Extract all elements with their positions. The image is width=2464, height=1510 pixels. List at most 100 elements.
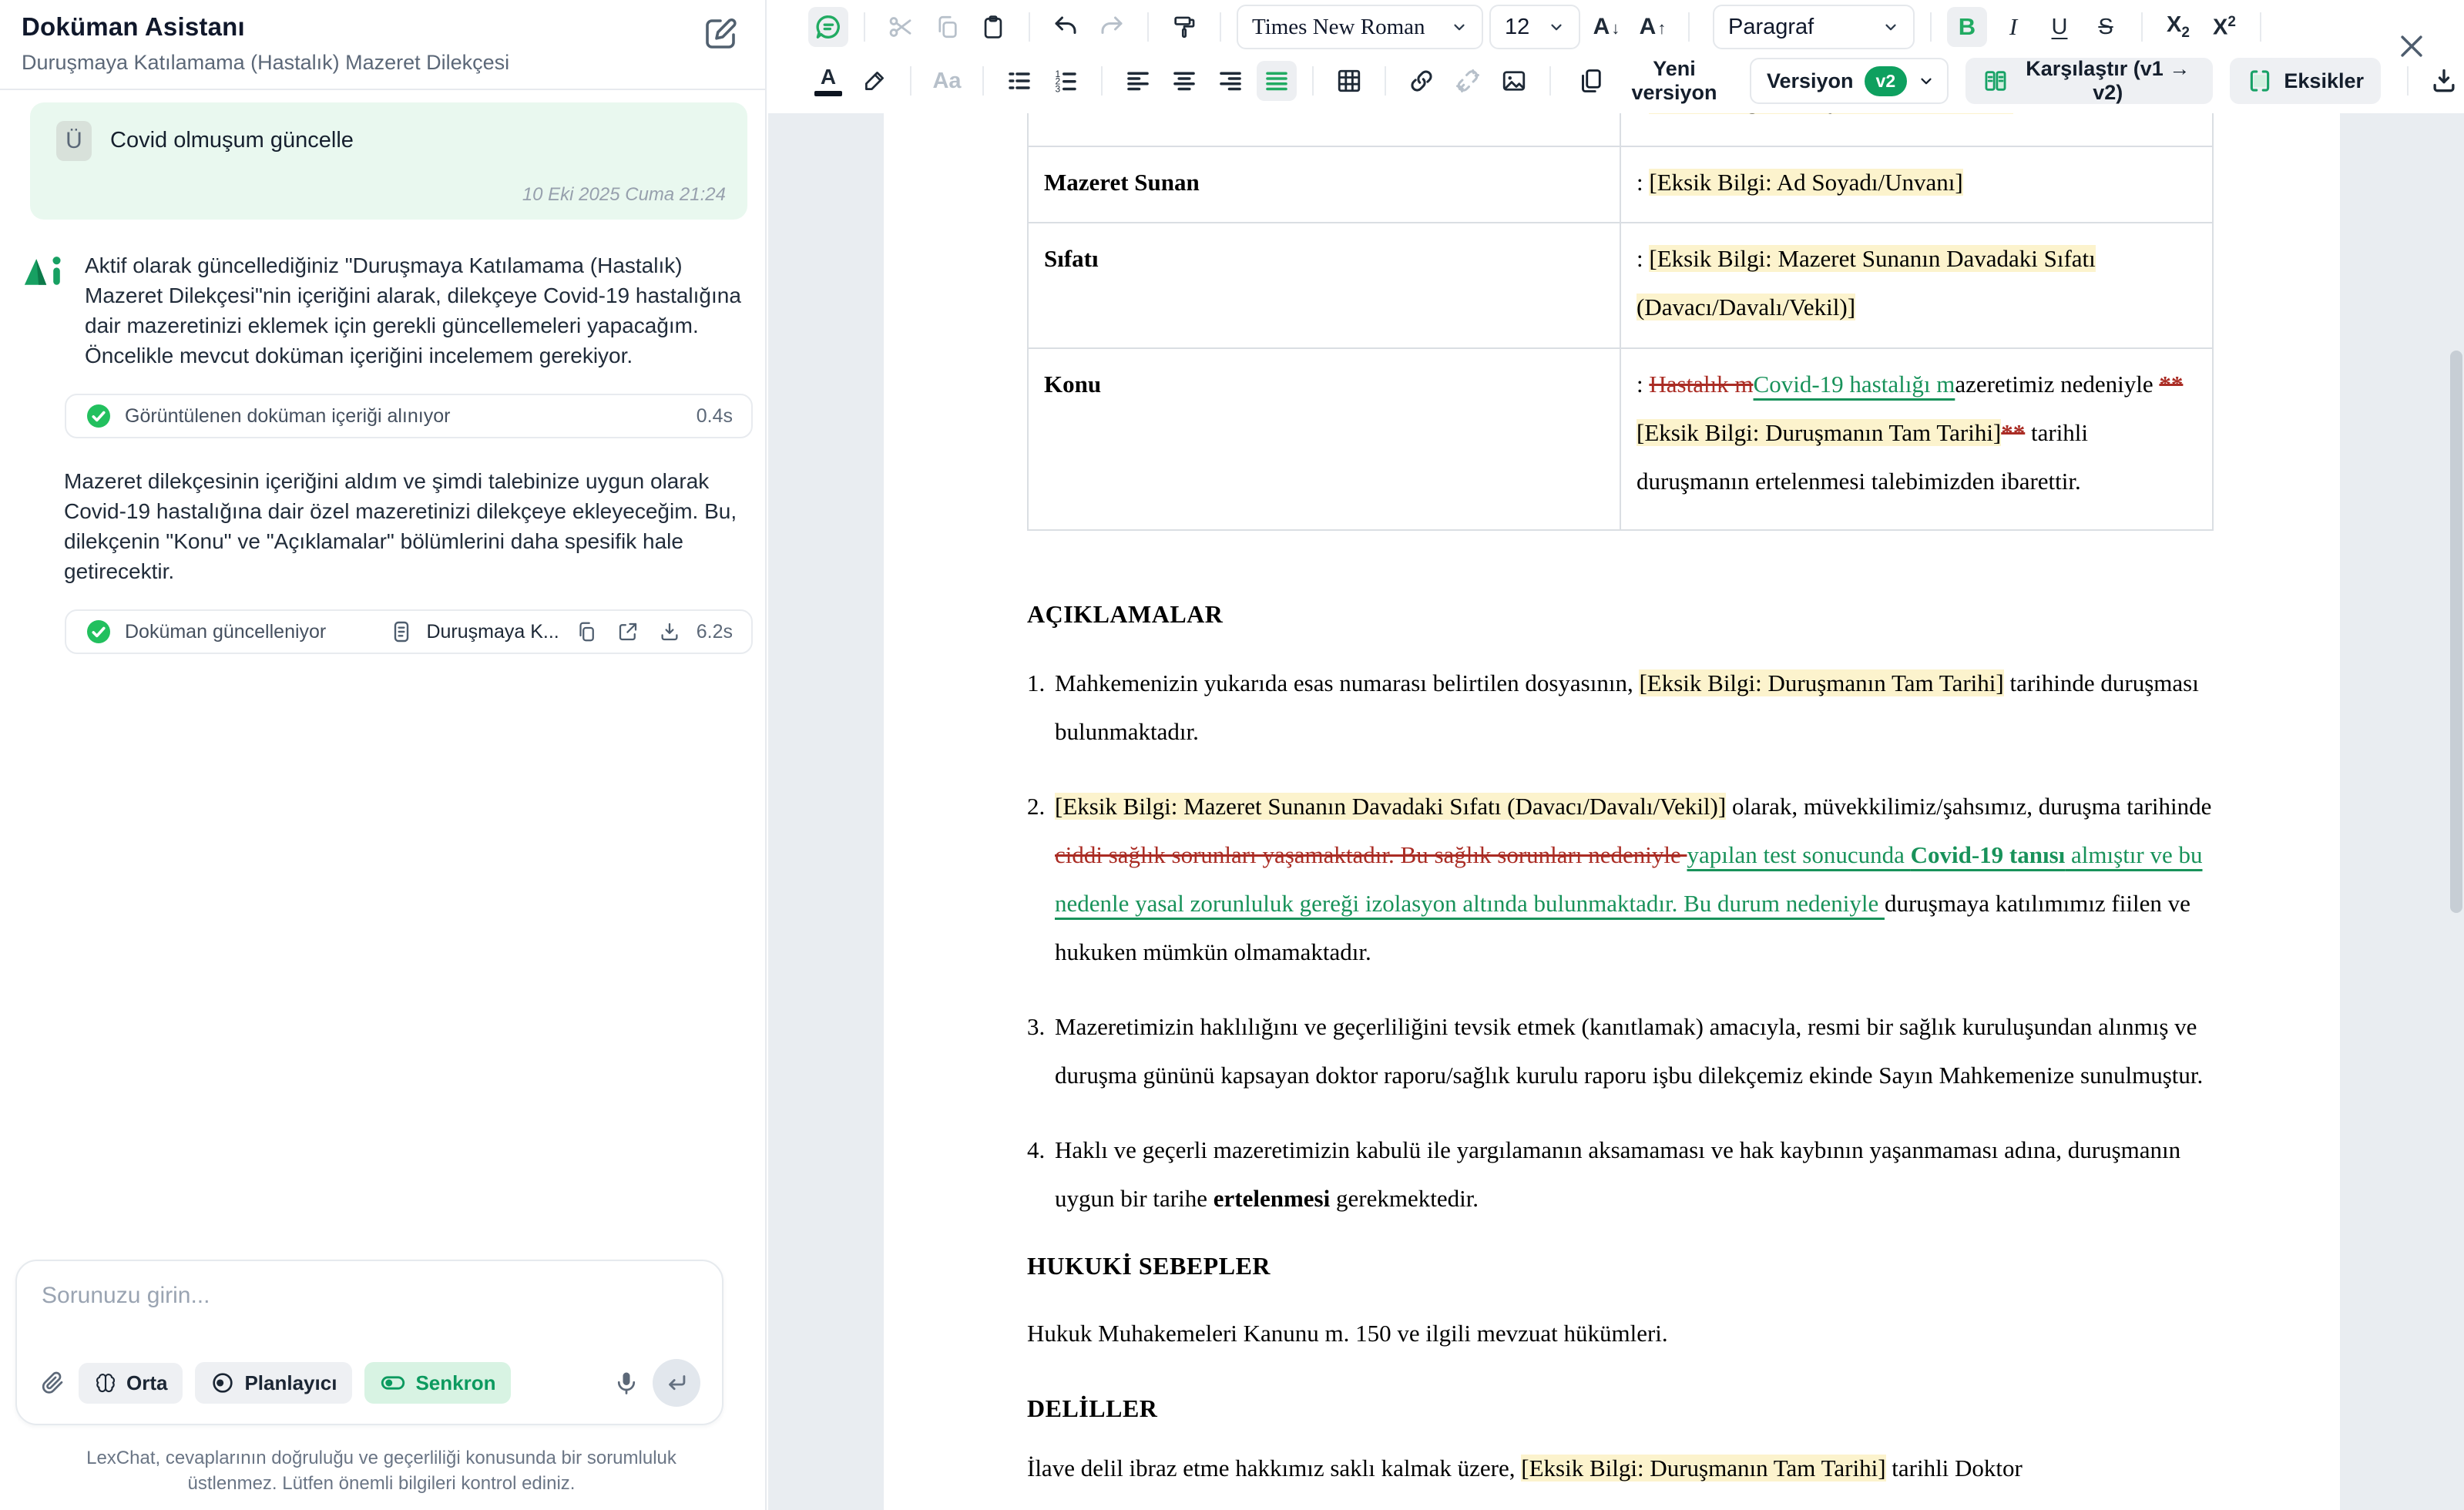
bullet-list-icon	[1005, 67, 1033, 95]
subscript-button[interactable]: X2	[2158, 7, 2198, 47]
linked-document-name[interactable]: Duruşmaya K...	[426, 621, 559, 643]
chat-input[interactable]	[42, 1283, 658, 1309]
version-select-label: Versiyon	[1767, 69, 1854, 93]
undo-button[interactable]	[1046, 7, 1086, 47]
tool-step-label: Görüntülenen doküman içeriği alınıyor	[125, 405, 450, 428]
user-message-text: Covid olmuşum güncelle	[110, 121, 354, 153]
petition-info-table: [Eksik Bilgi: Duruşmanın Tam Tarihi] Maz…	[1027, 113, 2214, 531]
missing-info-button[interactable]: Eksikler	[2230, 58, 2381, 104]
download-document-button[interactable]	[2424, 61, 2464, 101]
check-circle-icon	[85, 402, 112, 430]
italic-icon: I	[2009, 13, 2017, 41]
tool-step-chip[interactable]: Görüntülenen doküman içeriği alınıyor 0.…	[65, 394, 753, 438]
enter-icon	[663, 1370, 690, 1396]
copy-button[interactable]	[572, 617, 601, 646]
document-icon	[389, 619, 414, 644]
close-editor-button[interactable]	[2395, 29, 2429, 63]
scissors-icon	[887, 13, 915, 41]
section-heading-aciklamalar: AÇIKLAMALAR	[1027, 597, 2214, 631]
insert-image-button[interactable]	[1494, 61, 1534, 101]
decrease-font-button[interactable]: A↓	[1586, 7, 1626, 47]
svg-text:3: 3	[1056, 83, 1061, 94]
bold-icon: B	[1959, 13, 1976, 41]
version-select[interactable]: Versiyon v2	[1750, 58, 1949, 104]
font-decrease-icon: A↓	[1593, 14, 1620, 40]
compare-icon	[1982, 68, 2009, 94]
toggle-on-icon	[380, 1371, 406, 1395]
align-center-button[interactable]	[1164, 61, 1204, 101]
table-cell-value: : [Eksik Bilgi: Mazeret Sunanın Davadaki…	[1620, 223, 2213, 348]
explanations-list: 1.Mahkemenizin yukarıda esas numarası be…	[1027, 659, 2214, 1223]
bullet-list-button[interactable]	[999, 61, 1039, 101]
change-case-button[interactable]: Aa	[927, 61, 967, 101]
insert-table-button[interactable]	[1329, 61, 1369, 101]
chat-toggle-button[interactable]	[808, 7, 848, 47]
redo-icon	[1098, 13, 1126, 41]
chat-input-box[interactable]: Orta Planlayıcı Senkron	[15, 1260, 723, 1425]
underline-button[interactable]: U	[2039, 7, 2080, 47]
toggle-off-icon	[210, 1371, 235, 1395]
text-color-button[interactable]: A	[808, 61, 848, 101]
scrollbar-thumb[interactable]	[2450, 351, 2462, 913]
download-icon	[658, 620, 681, 643]
redo-button[interactable]	[1092, 7, 1132, 47]
check-circle-icon	[85, 618, 112, 646]
highlight-button[interactable]	[854, 61, 895, 101]
undo-icon	[1052, 13, 1079, 41]
tool-step-duration: 6.2s	[697, 621, 733, 643]
bold-button[interactable]: B	[1947, 7, 1987, 47]
copy-icon	[575, 620, 598, 643]
document-page[interactable]: [Eksik Bilgi: Duruşmanın Tam Tarihi] Maz…	[884, 113, 2340, 1510]
send-button[interactable]	[653, 1359, 700, 1407]
underline-icon: U	[2052, 15, 2068, 40]
assistant-logo-icon	[23, 250, 66, 371]
assistant-paragraph: Mazeret dilekçesinin içeriğini aldım ve …	[64, 466, 742, 586]
chat-panel: Doküman Asistanı Duruşmaya Katılamama (H…	[0, 0, 767, 1510]
model-pill[interactable]: Orta	[79, 1363, 183, 1404]
open-in-new-button[interactable]	[613, 617, 643, 646]
compare-versions-button[interactable]: Karşılaştır (v1 → v2)	[1965, 58, 2213, 104]
compose-icon	[702, 15, 739, 52]
table-row: Sıfatı : [Eksik Bilgi: Mazeret Sunanın D…	[1028, 223, 2213, 348]
chat-header-titles: Doküman Asistanı Duruşmaya Katılamama (H…	[22, 12, 509, 75]
table-row: Konu : Hastalık mCovid-19 hastalığı maze…	[1028, 348, 2213, 530]
download-step-button[interactable]	[655, 617, 684, 646]
chat-bubble-icon	[814, 12, 843, 42]
missing-info-highlight: [Eksik Bilgi: Duruşmanın Tam Tarihi]	[1649, 113, 2013, 114]
attach-button[interactable]	[39, 1369, 66, 1397]
remove-link-button[interactable]	[1448, 61, 1488, 101]
italic-button[interactable]: I	[1993, 7, 2033, 47]
cut-button[interactable]	[881, 7, 921, 47]
unlink-icon	[1454, 67, 1482, 95]
format-painter-button[interactable]	[1164, 7, 1204, 47]
assistant-paragraph: Aktif olarak güncellediğiniz "Duruşmaya …	[85, 250, 748, 371]
font-increase-icon: A↑	[1640, 14, 1667, 40]
copy-icon	[934, 14, 960, 40]
strikethrough-button[interactable]: S	[2086, 7, 2126, 47]
page-copy-icon	[1577, 67, 1605, 95]
superscript-button[interactable]: X2	[2204, 7, 2244, 47]
tool-step-label: Doküman güncelleniyor	[125, 621, 326, 643]
paragraph-style-select[interactable]: Paragraf	[1713, 5, 1915, 49]
chevron-down-icon	[1882, 18, 1899, 35]
tool-step-chip[interactable]: Doküman güncelleniyor Duruşmaya K... 6.2…	[65, 609, 753, 654]
font-size-value: 12	[1505, 15, 1529, 40]
font-size-select[interactable]: 12	[1489, 5, 1580, 49]
table-row: [Eksik Bilgi: Duruşmanın Tam Tarihi]	[1028, 113, 2213, 146]
numbered-list-button[interactable]: 123	[1046, 61, 1086, 101]
insert-link-button[interactable]	[1402, 61, 1442, 101]
subscript-icon: X2	[2167, 12, 2190, 42]
copy-button[interactable]	[927, 7, 967, 47]
paste-button[interactable]	[973, 7, 1013, 47]
increase-font-button[interactable]: A↑	[1633, 7, 1673, 47]
justify-button[interactable]	[1257, 61, 1297, 101]
new-chat-button[interactable]	[699, 12, 742, 55]
new-version-button[interactable]: Yeni versiyon	[1577, 57, 1733, 105]
planner-pill[interactable]: Planlayıcı	[195, 1362, 352, 1404]
clipboard-icon	[980, 14, 1006, 40]
font-family-select[interactable]: Times New Roman	[1237, 5, 1483, 49]
align-left-button[interactable]	[1118, 61, 1158, 101]
mic-button[interactable]	[613, 1369, 640, 1397]
align-right-button[interactable]	[1210, 61, 1250, 101]
sync-pill[interactable]: Senkron	[364, 1362, 511, 1404]
